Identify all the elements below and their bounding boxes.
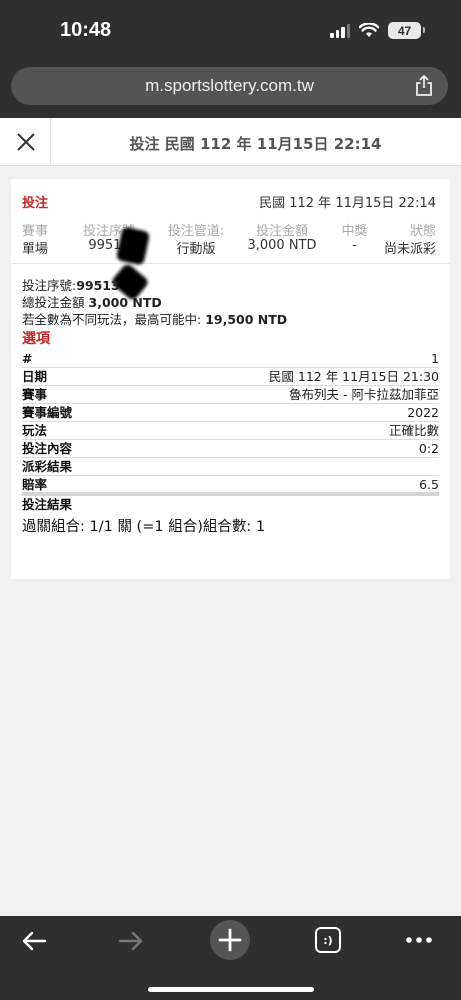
table-row: 賠率 6.5 [22,476,439,496]
summary-value: 尚未派彩 [383,242,436,257]
summary-header: 中獎 [341,224,368,239]
summary-value: 行動版 [176,242,216,257]
browser-chrome-top: 10:48 47 m.sportslottery.com.tw [0,0,461,118]
max-payout-line: 若全數為不同玩法，最高可能中: 19,500 NTD [22,311,439,328]
row-value: 2022 [407,405,439,420]
summary-header: 投注管道: [167,224,225,239]
table-row: 賽事編號 2022 [22,404,439,422]
row-key: 投注結果 [22,497,73,512]
table-row: 投注結果 [22,496,439,514]
table-row: 投注內容 0:2 [22,440,439,458]
summary-value-row: 單場 99513 行動版 3,000 NTD - 尚未派彩 [11,238,450,257]
max-payout-value: 19,500 NTD [205,312,288,327]
row-key: 投注內容 [22,441,73,456]
table-row: 派彩結果 [22,458,439,476]
bet-card-date: 民國 112 年 11月15日 22:14 [259,196,436,211]
table-row: 賽事 魯布列夫 - 阿卡拉茲加菲亞 [22,386,439,404]
forward-arrow-icon[interactable] [118,928,144,954]
total-value: 3,000 NTD [88,295,162,310]
battery-icon: 47 [388,22,425,39]
row-key: 賽事編號 [22,405,73,420]
combo-summary: 過關組合: 1/1 關 (=1 組合)組合數: 1 [22,519,266,535]
row-value: 正確比數 [388,423,439,438]
page-title: 投注 民國 112 年 11月15日 22:14 [129,135,382,153]
row-value: 1 [431,351,439,366]
tabs-icon[interactable]: :) [315,927,341,953]
serial-label: 投注序號: [22,278,77,293]
status-time: 10:48 [60,19,112,41]
signal-icon [330,23,350,38]
back-arrow-icon[interactable] [21,928,47,954]
total-line: 總投注金額 3,000 NTD [22,294,439,311]
bet-card-title: 投注 [22,196,49,211]
row-key: 賠率 [22,477,48,492]
close-icon[interactable] [14,130,38,154]
share-icon[interactable] [414,75,434,97]
url-bar[interactable]: m.sportslottery.com.tw [11,67,448,105]
url-text: m.sportslottery.com.tw [145,76,314,95]
bet-detail: 投注序號:99513 總投注金額 3,000 NTD 若全數為不同玩法，最高可能… [22,277,439,538]
max-payout-label: 若全數為不同玩法，最高可能中: [22,312,202,327]
bet-card: 投注 民國 112 年 11月15日 22:14 賽事 投注序號 投注管道: 投… [11,179,450,579]
table-row: 玩法 正確比數 [22,422,439,440]
page-header: 投注 民國 112 年 11月15日 22:14 [0,118,461,166]
row-key: # [22,351,33,366]
home-indicator[interactable] [148,987,314,992]
row-value: 民國 112 年 11月15日 21:30 [268,369,439,384]
summary-header: 投注金額 [255,224,308,239]
row-value: 魯布列夫 - 阿卡拉茲加菲亞 [289,387,439,402]
row-key: 日期 [22,369,48,384]
browser-toolbar: :) [0,916,461,1000]
plus-icon [218,928,242,952]
row-key: 玩法 [22,423,48,438]
table-row: 日期 民國 112 年 11月15日 21:30 [22,368,439,386]
summary-header-row: 賽事 投注序號 投注管道: 投注金額 中獎 狀態 [11,220,450,239]
serial-value: 99513 [76,278,120,293]
wifi-icon [359,23,379,37]
summary-header: 狀態 [409,224,436,239]
row-value: 6.5 [419,477,439,492]
serial-line: 投注序號:99513 [22,277,439,294]
row-key: 賽事 [22,387,48,402]
options-table: # 1 日期 民國 112 年 11月15日 21:30 賽事 魯布列夫 - 阿… [22,350,439,514]
summary-value: 3,000 NTD [247,238,317,253]
summary-header: 賽事 [22,224,49,239]
redaction-mark [115,226,151,266]
divider [11,263,450,264]
row-value: 0:2 [418,441,439,456]
summary-value: - [352,238,357,253]
new-tab-button[interactable] [210,920,250,960]
summary-value: 單場 [22,242,49,257]
table-row: # 1 [22,350,439,368]
status-icons: 47 [330,22,425,39]
bet-summary: 賽事 投注序號 投注管道: 投注金額 中獎 狀態 單場 99513 行動版 3,… [11,220,450,257]
row-key: 派彩結果 [22,459,73,474]
more-icon[interactable] [405,932,433,948]
options-title: 選項 [22,331,50,347]
total-label: 總投注金額 [22,295,85,310]
